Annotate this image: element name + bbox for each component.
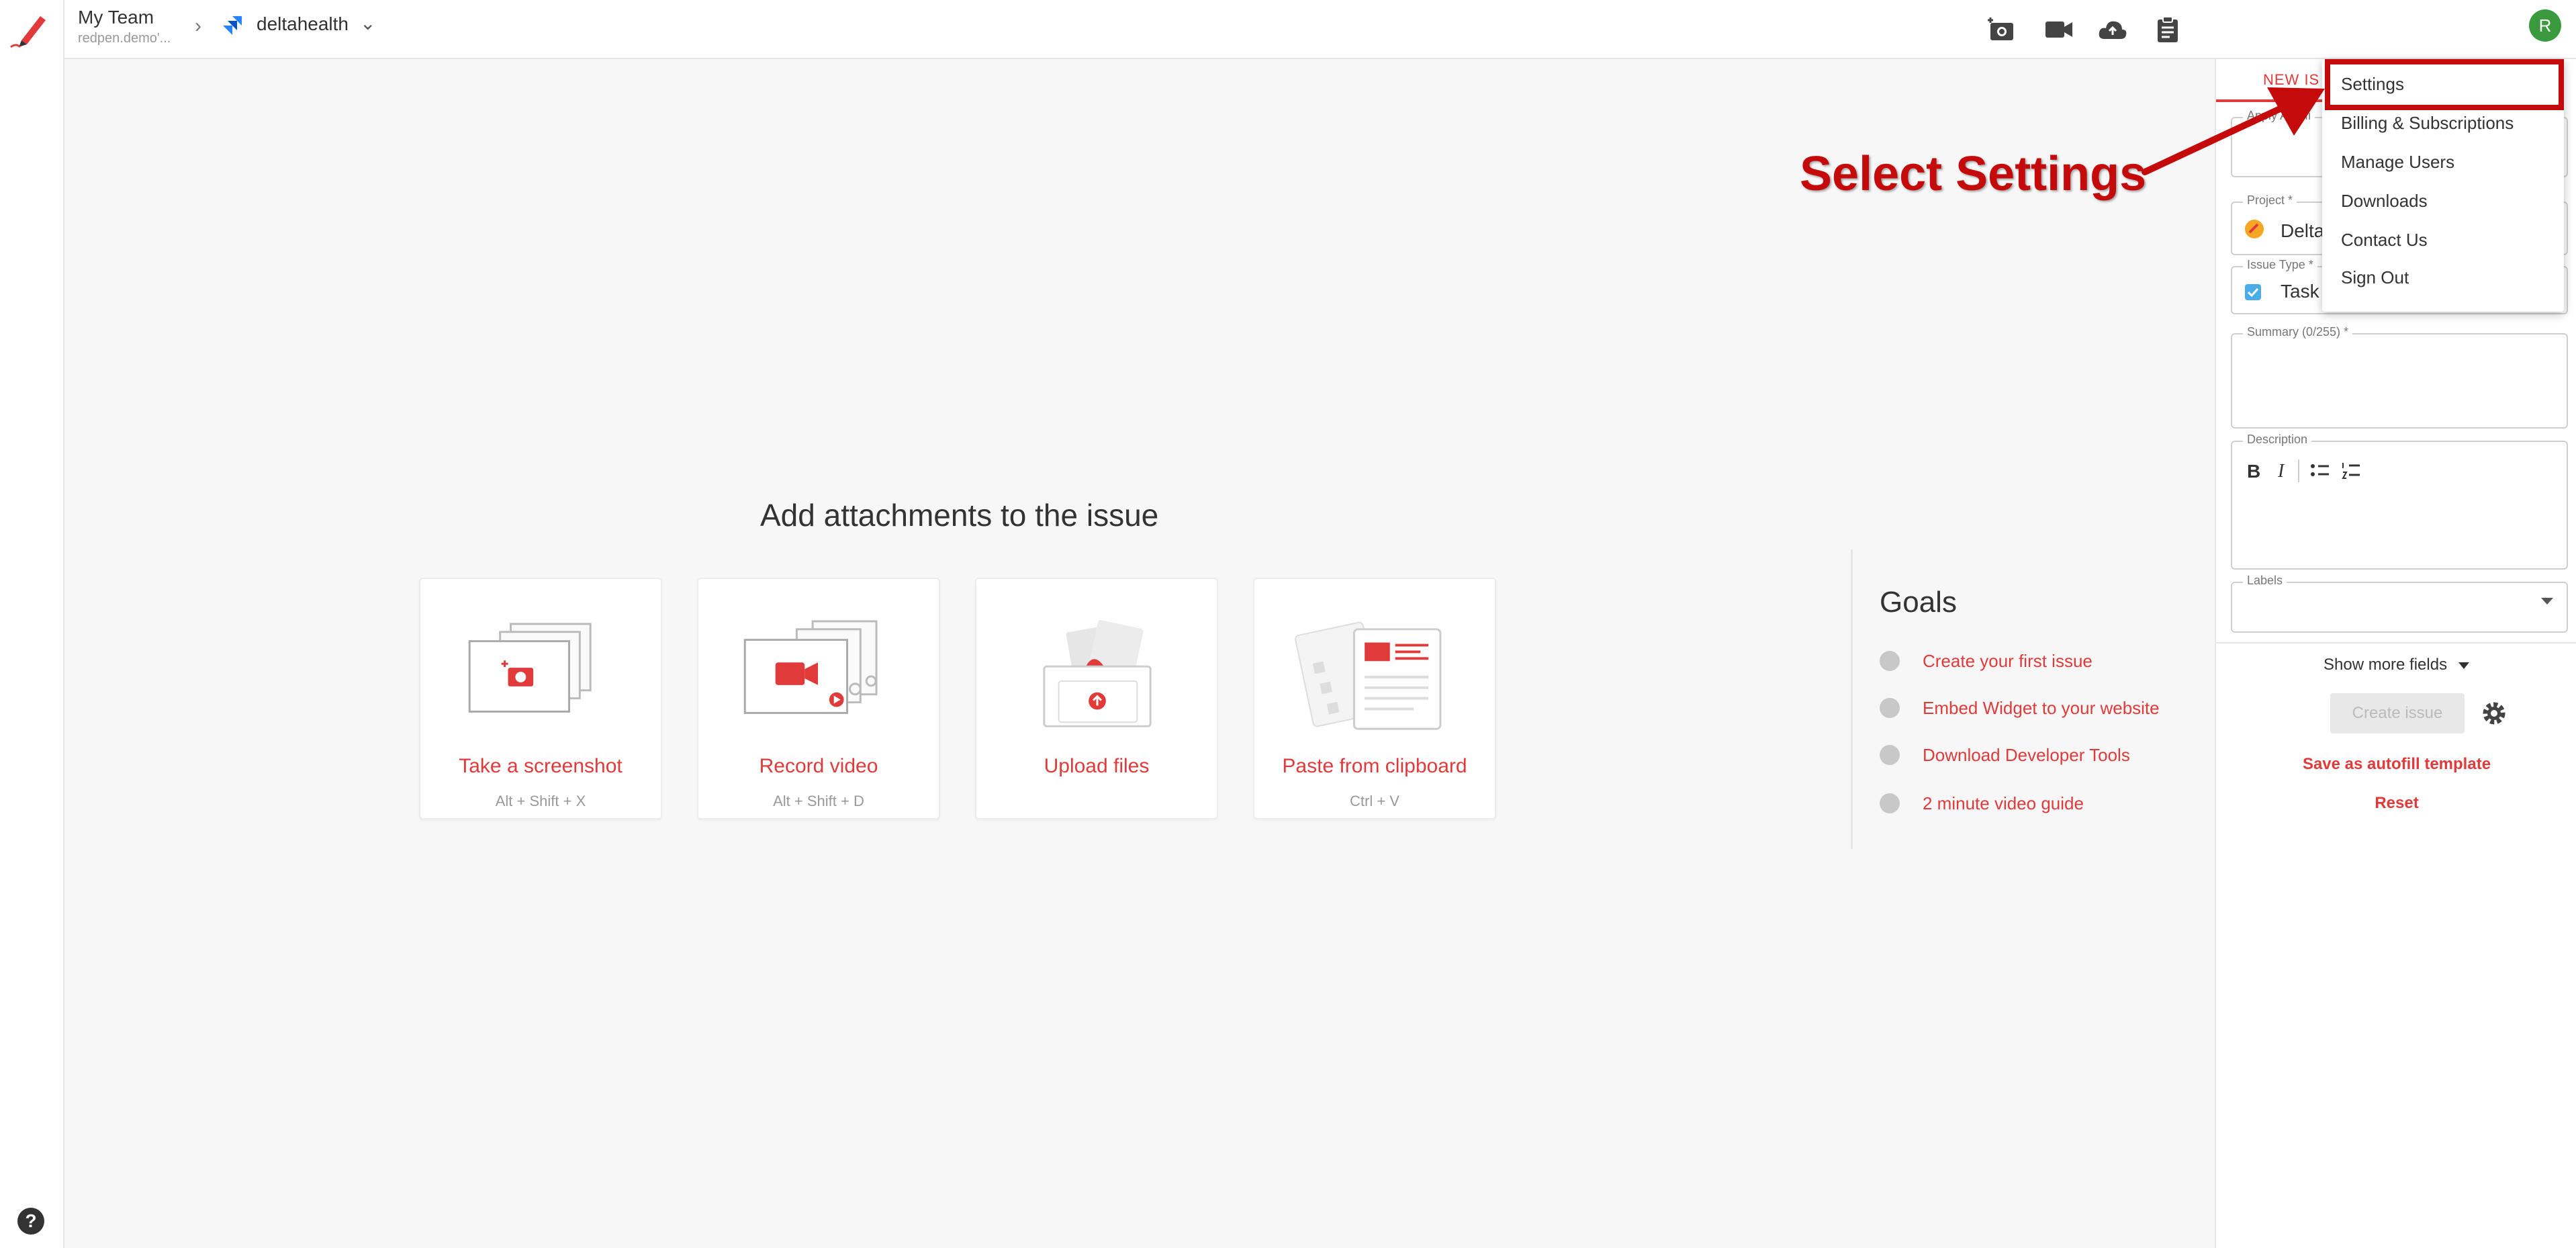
card-shortcut: Ctrl + V <box>1350 793 1399 809</box>
chevron-right-icon: › <box>195 15 201 37</box>
card-label: Paste from clipboard <box>1282 755 1467 777</box>
video-icon[interactable] <box>2040 11 2078 48</box>
help-icon[interactable]: ? <box>17 1208 44 1235</box>
goals-panel: Goals Create your first issue Embed Widg… <box>1851 549 2213 849</box>
arrow-icon <box>2142 87 2325 175</box>
field-label: Labels <box>2243 574 2287 588</box>
screenshot-icon[interactable] <box>1982 11 2020 48</box>
show-more-label: Show more fields <box>2324 656 2448 674</box>
gear-icon[interactable] <box>2479 699 2509 728</box>
goal-label: Download Developer Tools <box>1923 744 2130 765</box>
left-rail: ? <box>0 0 64 1248</box>
clipboard-icon <box>1295 621 1442 730</box>
goal-item[interactable]: Embed Widget to your website <box>1880 695 2160 721</box>
project-selector[interactable]: deltahealth <box>257 13 349 35</box>
goal-label: Create your first issue <box>1923 650 2092 671</box>
video-icon <box>743 620 878 714</box>
top-bar: My Team redpen.demo'... › deltahealth ⌄ … <box>64 0 2576 59</box>
paste-clipboard-card[interactable]: Paste from clipboard Ctrl + V <box>1253 578 1496 819</box>
upload-files-card[interactable]: Upload files <box>975 578 1218 819</box>
field-label: Issue Type * <box>2243 258 2317 272</box>
reset-link[interactable]: Reset <box>2216 794 2576 813</box>
annotation-callout: Select Settings <box>1800 147 2147 201</box>
project-avatar-icon <box>2245 220 2264 238</box>
goal-item[interactable]: Download Developer Tools <box>1880 742 2130 768</box>
goal-label: Embed Widget to your website <box>1923 697 2160 718</box>
issue-type-value: Task <box>2281 281 2319 302</box>
menu-item-billing[interactable]: Billing & Subscriptions <box>2341 113 2514 134</box>
chevron-down-icon[interactable]: ⌄ <box>360 12 375 34</box>
project-value: Delta <box>2281 220 2325 241</box>
italic-button[interactable]: I <box>2278 461 2284 482</box>
goal-status-icon <box>1880 651 1900 671</box>
goal-item[interactable]: 2 minute video guide <box>1880 790 2084 817</box>
screenshot-icon <box>468 623 592 713</box>
bullet-list-icon[interactable] <box>2310 462 2330 480</box>
menu-item-manage-users[interactable]: Manage Users <box>2341 152 2454 173</box>
team-url: redpen.demo'... <box>78 31 171 46</box>
summary-field[interactable]: Summary (0/255) * <box>2231 325 2568 429</box>
bold-button[interactable]: B <box>2247 461 2260 482</box>
team-name[interactable]: My Team <box>78 7 154 28</box>
clipboard-icon[interactable] <box>2149 11 2187 48</box>
card-label: Upload files <box>1044 755 1150 777</box>
save-autofill-link[interactable]: Save as autofill template <box>2216 755 2576 774</box>
goal-item[interactable]: Create your first issue <box>1880 648 2092 674</box>
card-label: Record video <box>759 755 878 777</box>
field-label: Project * <box>2243 193 2297 208</box>
page-title: Add attachments to the issue <box>760 498 1159 533</box>
description-editor[interactable]: Description B I <box>2231 433 2568 570</box>
divider <box>2216 642 2576 643</box>
jira-project-icon <box>223 16 242 35</box>
card-shortcut: Alt + Shift + X <box>495 793 586 809</box>
labels-select[interactable]: Labels <box>2231 574 2568 633</box>
redpen-logo-icon[interactable] <box>8 5 55 52</box>
record-video-card[interactable]: Record video Alt + Shift + D <box>697 578 940 819</box>
menu-item-sign-out[interactable]: Sign Out <box>2341 267 2409 288</box>
dropdown-caret-icon[interactable] <box>2541 598 2553 605</box>
card-shortcut: Alt + Shift + D <box>773 793 864 809</box>
task-checkbox-icon <box>2245 284 2261 300</box>
goal-status-icon <box>1880 698 1900 718</box>
goals-title: Goals <box>1880 586 1957 619</box>
show-more-fields-button[interactable]: Show more fields <box>2324 656 2469 674</box>
avatar[interactable]: R <box>2529 9 2561 42</box>
goal-label: 2 minute video guide <box>1923 793 2084 813</box>
menu-item-downloads[interactable]: Downloads <box>2341 191 2428 212</box>
menu-item-contact-us[interactable]: Contact Us <box>2341 230 2428 251</box>
settings-highlight-box <box>2325 59 2564 110</box>
create-issue-button[interactable]: Create issue <box>2330 693 2465 733</box>
numbered-list-icon[interactable] <box>2341 461 2361 481</box>
upload-icon <box>1043 620 1152 727</box>
take-screenshot-card[interactable]: Take a screenshot Alt + Shift + X <box>419 578 662 819</box>
goal-status-icon <box>1880 745 1900 765</box>
upload-cloud-icon[interactable] <box>2094 11 2131 48</box>
toolbar-divider <box>2298 459 2299 482</box>
card-label: Take a screenshot <box>459 755 623 777</box>
caret-down-icon <box>2458 662 2469 669</box>
field-label: Description <box>2243 433 2312 447</box>
goal-status-icon <box>1880 793 1900 813</box>
field-label: Summary (0/255) * <box>2243 325 2353 339</box>
